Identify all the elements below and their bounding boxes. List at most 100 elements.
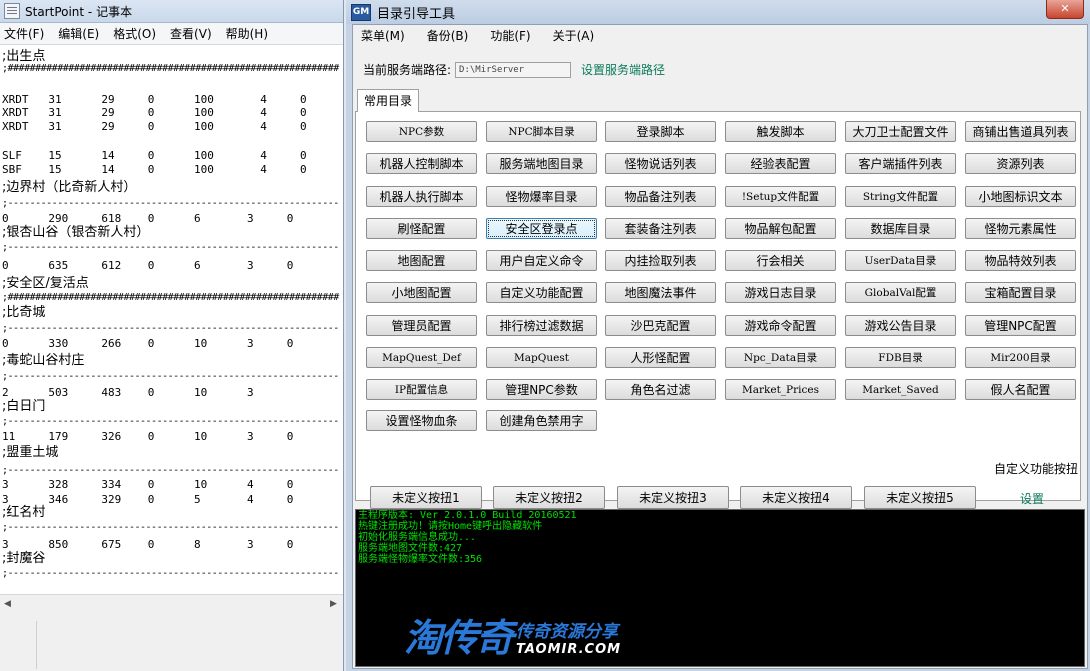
dir-button-r3-c4[interactable]: !Setup文件配置 [725, 186, 836, 207]
dir-button-r2-c2[interactable]: 服务端地图目录 [486, 153, 597, 174]
notepad-menu-file[interactable]: 文件(F) [4, 25, 44, 42]
notepad-menu-help[interactable]: 帮助(H) [226, 25, 268, 42]
set-server-path-link[interactable]: 设置服务端路径 [581, 61, 665, 78]
dir-button-r5-c2[interactable]: 用户自定义命令 [486, 250, 597, 271]
dir-button-r2-c3[interactable]: 怪物说话列表 [605, 153, 716, 174]
notepad-menu-view[interactable]: 查看(V) [170, 25, 212, 42]
notepad-line: ;白日门 [2, 399, 46, 414]
dir-button-r4-c4[interactable]: 物品解包配置 [725, 218, 836, 239]
dir-button-r5-c4[interactable]: 行会相关 [725, 250, 836, 271]
dir-button-r6-c6[interactable]: 宝箱配置目录 [965, 282, 1076, 303]
scroll-left-icon[interactable]: ◀ [4, 599, 11, 609]
tool-client-area: 菜单(M) 备份(B) 功能(F) 关于(A) 当前服务端路径: D:\MirS… [352, 24, 1088, 669]
dir-button-r1-c2[interactable]: NPC脚本目录 [486, 121, 597, 142]
dir-button-r7-c4[interactable]: 游戏命令配置 [725, 315, 836, 336]
notepad-line: ;---------------------------------------… [2, 323, 339, 334]
notepad-menu-format[interactable]: 格式(O) [113, 25, 156, 42]
dir-button-r8-c4[interactable]: Npc_Data目录 [725, 347, 836, 368]
menu-main[interactable]: 菜单(M) [361, 27, 405, 44]
settings-link[interactable]: 设置 [1020, 490, 1044, 507]
dir-button-r1-c6[interactable]: 商铺出售道具列表 [965, 121, 1076, 142]
server-path-input[interactable]: D:\MirServer [455, 61, 572, 78]
tool-titlebar[interactable]: GM 目录引导工具 ✕ [346, 0, 1090, 24]
dir-button-r8-c3[interactable]: 人形怪配置 [605, 347, 716, 368]
dir-button-r7-c6[interactable]: 管理NPC配置 [965, 315, 1076, 336]
dir-button-r7-c5[interactable]: 游戏公告目录 [845, 315, 956, 336]
notepad-line: ;---------------------------------------… [2, 242, 339, 253]
server-path-row: 当前服务端路径: D:\MirServer 设置服务端路径 [363, 61, 665, 78]
notepad-icon [4, 3, 20, 19]
notepad-line: ;银杏山谷（银杏新人村） [2, 225, 150, 240]
watermark-big-text: 淘传奇 [404, 616, 514, 660]
dir-button-r7-c1[interactable]: 管理员配置 [366, 315, 477, 336]
notepad-titlebar[interactable]: StartPoint - 记事本 [0, 0, 343, 23]
dir-button-r9-c4[interactable]: Market_Prices [725, 379, 836, 400]
dir-button-r9-c2[interactable]: 管理NPC参数 [486, 379, 597, 400]
notepad-line: 0 635 612 0 6 3 0 [2, 259, 294, 272]
scroll-right-icon[interactable]: ▶ [330, 599, 337, 609]
dir-button-r1-c5[interactable]: 大刀卫士配置文件 [845, 121, 956, 142]
notepad-line: 0 290 618 0 6 3 0 [2, 212, 294, 225]
custom-button-5[interactable]: 未定义按扭5 [864, 486, 976, 509]
dir-button-r10-c2[interactable]: 创建角色禁用字 [486, 410, 597, 431]
tab-common-directories[interactable]: 常用目录 [357, 89, 419, 112]
dir-button-r4-c5[interactable]: 数据库目录 [845, 218, 956, 239]
dir-button-r6-c4[interactable]: 游戏日志目录 [725, 282, 836, 303]
close-button[interactable]: ✕ [1046, 0, 1084, 19]
dir-button-r2-c4[interactable]: 经验表配置 [725, 153, 836, 174]
dir-button-r3-c6[interactable]: 小地图标识文本 [965, 186, 1076, 207]
notepad-line: ;#######################################… [2, 63, 339, 74]
custom-button-3[interactable]: 未定义按扭3 [617, 486, 729, 509]
dir-button-r7-c3[interactable]: 沙巴克配置 [605, 315, 716, 336]
dir-button-r8-c2[interactable]: MapQuest [486, 347, 597, 368]
dir-button-r6-c1[interactable]: 小地图配置 [366, 282, 477, 303]
dir-button-r8-c6[interactable]: Mir200目录 [965, 347, 1076, 368]
dir-button-r2-c5[interactable]: 客户端插件列表 [845, 153, 956, 174]
notepad-line: ;红名村 [2, 505, 46, 520]
dir-button-r10-c1[interactable]: 设置怪物血条 [366, 410, 477, 431]
menu-function[interactable]: 功能(F) [490, 27, 530, 44]
notepad-line: ;---------------------------------------… [2, 371, 339, 382]
custom-button-4[interactable]: 未定义按扭4 [740, 486, 852, 509]
dir-button-r8-c5[interactable]: FDB目录 [845, 347, 956, 368]
menu-about[interactable]: 关于(A) [553, 27, 595, 44]
dir-button-r2-c6[interactable]: 资源列表 [965, 153, 1076, 174]
notepad-horizontal-scrollbar[interactable]: ◀ ▶ [0, 594, 343, 611]
notepad-line: ;---------------------------------------… [2, 465, 339, 476]
dir-button-r9-c3[interactable]: 角色名过滤 [605, 379, 716, 400]
menu-backup[interactable]: 备份(B) [427, 27, 469, 44]
notepad-text-area[interactable]: ;出生点 ;###################################… [0, 44, 343, 594]
notepad-line: SLF 15 14 0 100 4 0 [2, 149, 307, 162]
dir-button-r3-c3[interactable]: 物品备注列表 [605, 186, 716, 207]
dir-button-r9-c1[interactable]: IP配置信息 [366, 379, 477, 400]
dir-button-r1-c4[interactable]: 触发脚本 [725, 121, 836, 142]
dir-button-r6-c3[interactable]: 地图魔法事件 [605, 282, 716, 303]
dir-button-r2-c1[interactable]: 机器人控制脚本 [366, 153, 477, 174]
notepad-menu-edit[interactable]: 编辑(E) [58, 25, 99, 42]
dir-button-r8-c1[interactable]: MapQuest_Def [366, 347, 477, 368]
dir-button-r4-c3[interactable]: 套装备注列表 [605, 218, 716, 239]
dir-button-r9-c6[interactable]: 假人名配置 [965, 379, 1076, 400]
dir-button-r4-c2[interactable]: 安全区登录点 [486, 218, 597, 239]
dir-button-r3-c2[interactable]: 怪物爆率目录 [486, 186, 597, 207]
dir-button-r6-c2[interactable]: 自定义功能配置 [486, 282, 597, 303]
dir-button-r1-c1[interactable]: NPC参数 [366, 121, 477, 142]
watermark-logo: 淘传奇 传奇资源分享 TAOMIR.COM [404, 618, 621, 658]
notepad-line: ;盟重土城 [2, 445, 59, 460]
dir-button-r5-c5[interactable]: UserData目录 [845, 250, 956, 271]
custom-button-1[interactable]: 未定义按扭1 [370, 486, 482, 509]
dir-button-r5-c3[interactable]: 内挂捡取列表 [605, 250, 716, 271]
dir-button-r6-c5[interactable]: GlobalVal配置 [845, 282, 956, 303]
dir-button-r3-c5[interactable]: String文件配置 [845, 186, 956, 207]
dir-button-r9-c5[interactable]: Market_Saved [845, 379, 956, 400]
notepad-line: 3 346 329 0 5 4 0 [2, 493, 294, 506]
dir-button-r7-c2[interactable]: 排行榜过滤数据 [486, 315, 597, 336]
custom-button-2[interactable]: 未定义按扭2 [493, 486, 605, 509]
status-divider [36, 621, 37, 669]
dir-button-r1-c3[interactable]: 登录脚本 [605, 121, 716, 142]
dir-button-r4-c1[interactable]: 刷怪配置 [366, 218, 477, 239]
dir-button-r4-c6[interactable]: 怪物元素属性 [965, 218, 1076, 239]
dir-button-r3-c1[interactable]: 机器人执行脚本 [366, 186, 477, 207]
dir-button-r5-c1[interactable]: 地图配置 [366, 250, 477, 271]
dir-button-r5-c6[interactable]: 物品特效列表 [965, 250, 1076, 271]
